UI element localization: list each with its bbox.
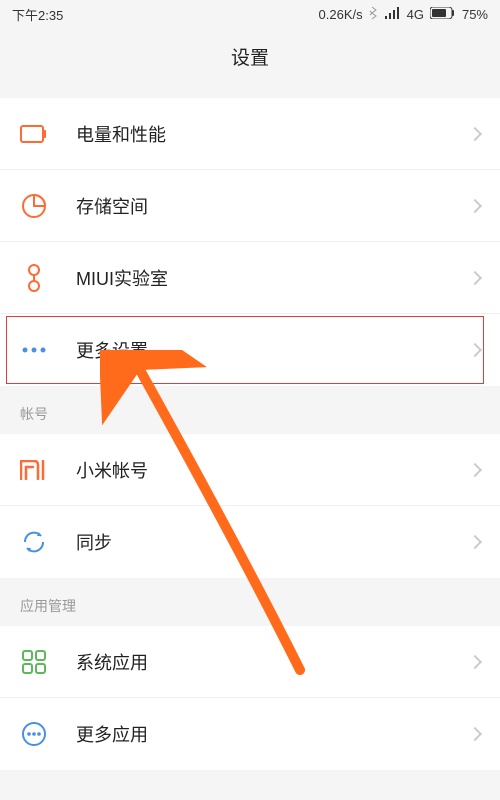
mi-logo-icon	[20, 456, 48, 484]
chevron-right-icon	[468, 654, 482, 668]
item-label: 更多设置	[76, 337, 470, 363]
chevron-right-icon	[468, 462, 482, 476]
item-label: 更多应用	[76, 721, 470, 747]
section-header-account: 帐号	[0, 386, 500, 434]
status-data-rate: 0.26K/s	[319, 7, 363, 22]
item-label: MIUI实验室	[76, 265, 470, 291]
item-label: 系统应用	[76, 649, 470, 675]
section-header-apps: 应用管理	[0, 578, 500, 626]
item-more-settings[interactable]: 更多设置	[0, 314, 500, 386]
item-battery[interactable]: 电量和性能	[0, 98, 500, 170]
settings-list: 电量和性能 存储空间 MIUI实验室 更多设置	[0, 98, 500, 386]
status-bar: 下午2:35 0.26K/s 4G 75%	[0, 0, 500, 28]
apps-list: 系统应用 更多应用	[0, 626, 500, 770]
battery-performance-icon	[20, 120, 48, 148]
chevron-right-icon	[468, 126, 482, 140]
chevron-right-icon	[468, 198, 482, 212]
bluetooth-icon	[369, 6, 379, 23]
network-label: 4G	[407, 7, 424, 22]
account-list: 小米帐号 同步	[0, 434, 500, 578]
more-icon	[20, 336, 48, 364]
page-title: 设置	[231, 43, 269, 70]
item-label: 小米帐号	[76, 457, 470, 483]
signal-icon	[385, 7, 401, 22]
more-apps-icon	[20, 720, 48, 748]
page-header: 设置	[0, 28, 500, 84]
item-storage[interactable]: 存储空间	[0, 170, 500, 242]
chevron-right-icon	[468, 535, 482, 549]
item-label: 存储空间	[76, 193, 470, 219]
chevron-right-icon	[468, 727, 482, 741]
item-miui-lab[interactable]: MIUI实验室	[0, 242, 500, 314]
chevron-right-icon	[468, 343, 482, 357]
sync-icon	[20, 528, 48, 556]
item-label: 电量和性能	[76, 121, 470, 147]
battery-percent: 75%	[462, 7, 488, 22]
lab-icon	[20, 264, 48, 292]
item-more-apps[interactable]: 更多应用	[0, 698, 500, 770]
item-mi-account[interactable]: 小米帐号	[0, 434, 500, 506]
item-system-apps[interactable]: 系统应用	[0, 626, 500, 698]
item-sync[interactable]: 同步	[0, 506, 500, 578]
battery-icon	[430, 7, 456, 22]
storage-icon	[20, 192, 48, 220]
status-time: 下午2:35	[12, 5, 63, 24]
chevron-right-icon	[468, 270, 482, 284]
system-apps-icon	[20, 648, 48, 676]
item-label: 同步	[76, 529, 470, 555]
